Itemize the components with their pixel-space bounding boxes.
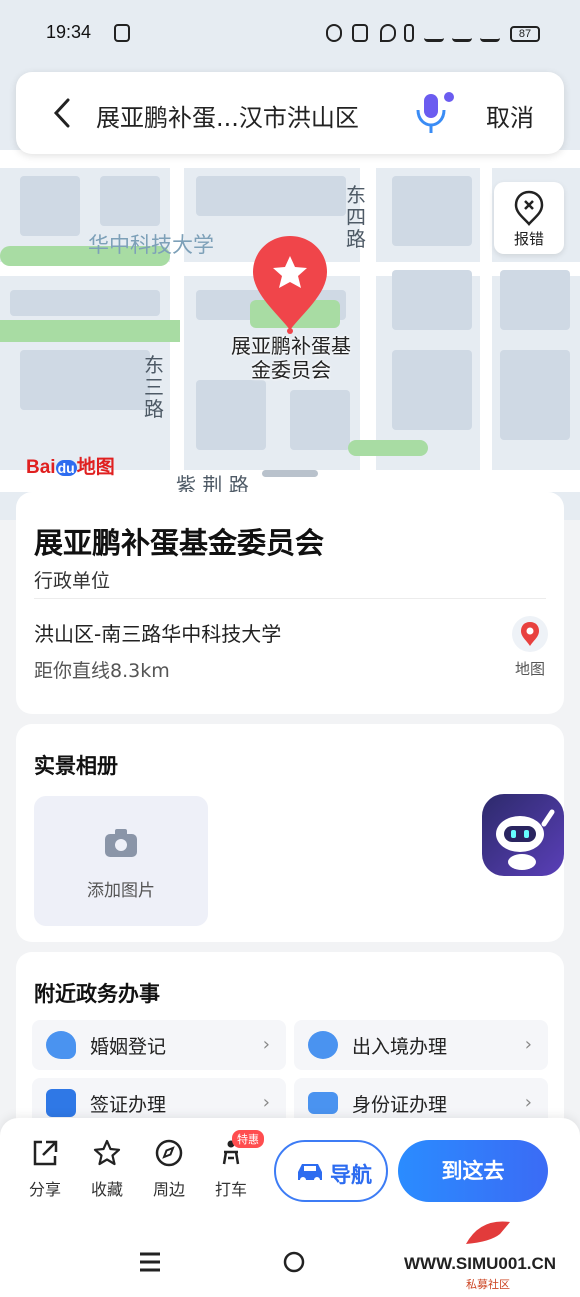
gov-item-label: 身份证办理: [352, 1094, 448, 1116]
gov-item-exit-entry[interactable]: 出入境办理 ›: [294, 1020, 548, 1070]
compass-icon: [155, 1139, 183, 1167]
bluetooth-icon: [352, 24, 368, 42]
plane-icon: [308, 1031, 338, 1059]
poi-address[interactable]: 洪山区-南三路华中科技大学: [34, 618, 281, 647]
baidu-map-logo: Bai du 地图: [26, 457, 115, 478]
star-icon: [93, 1139, 121, 1166]
go-here-label: 到这去: [441, 1159, 505, 1183]
divider: [34, 598, 546, 599]
favorite-button[interactable]: 收藏: [82, 1138, 132, 1200]
gov-item-marriage[interactable]: 婚姻登记 ›: [32, 1020, 286, 1070]
taxi-label: 打车: [214, 1180, 247, 1199]
add-photo-label: 添加图片: [87, 881, 155, 901]
map-label-road-east3: 东三路: [144, 353, 164, 421]
navigate-button[interactable]: 导航: [274, 1140, 388, 1202]
watermark-logo-icon: [466, 1221, 510, 1244]
report-pin-icon: [514, 190, 544, 226]
poi-distance: 距你直线8.3km: [34, 660, 170, 682]
bottom-action-bar: 分享 收藏 周边 打车 特惠 导航 到这去: [0, 1118, 580, 1226]
signal-2g-icon: [480, 24, 500, 42]
poi-pin-icon[interactable]: [250, 234, 330, 334]
vibrate-icon: [404, 24, 414, 42]
favorite-label: 收藏: [90, 1180, 123, 1199]
gov-title: 附近政务办事: [34, 982, 160, 1006]
voice-mic-icon[interactable]: [412, 90, 454, 136]
passport-icon: [46, 1089, 76, 1117]
map-label-road-east4: 东四路: [346, 183, 366, 251]
status-bar: 19:34 87: [0, 0, 580, 68]
share-button[interactable]: 分享: [20, 1138, 70, 1200]
add-photo-button[interactable]: 添加图片: [34, 796, 208, 926]
watermark-subtext: 私募社区: [466, 1278, 510, 1291]
heart-icon: [46, 1031, 76, 1059]
gov-item-label: 出入境办理: [352, 1036, 448, 1058]
poi-map-label: 展亚鹏补蛋基金委员会: [231, 334, 351, 382]
poi-category: 行政单位: [34, 570, 111, 592]
gov-item-label: 签证办理: [90, 1094, 167, 1116]
watermark-text: WWW.SIMU001.CN: [404, 1254, 557, 1273]
menu-icon[interactable]: [138, 1252, 162, 1272]
gov-item-label: 婚姻登记: [90, 1036, 167, 1058]
status-time: 19:34: [46, 22, 92, 42]
poi-info-card: 展亚鹏补蛋基金委员会 行政单位 洪山区-南三路华中科技大学 距你直线8.3km …: [16, 492, 564, 714]
back-arrow-icon[interactable]: [46, 96, 80, 130]
tv-icon: [114, 24, 130, 42]
search-query[interactable]: 展亚鹏补蛋...汉市洪山区: [96, 98, 359, 133]
album-title: 实景相册: [34, 754, 118, 778]
sheet-drag-handle[interactable]: [262, 470, 318, 477]
search-bar[interactable]: 展亚鹏补蛋...汉市洪山区 取消: [16, 72, 564, 154]
signal-5g-icon: [452, 24, 472, 42]
share-icon: [33, 1140, 58, 1166]
report-error-label: 报错: [513, 230, 544, 248]
cancel-button[interactable]: 取消: [486, 98, 534, 133]
chevron-right-icon: ›: [524, 1034, 532, 1055]
navigate-label: 导航: [330, 1163, 372, 1187]
map-pin-icon: [512, 616, 548, 652]
map-button[interactable]: 地图: [506, 614, 554, 680]
promo-badge: 特惠: [232, 1130, 264, 1148]
location-icon: [380, 24, 396, 42]
car-icon: [298, 1164, 322, 1183]
battery-icon: 87: [510, 26, 540, 42]
map-button-label: 地图: [514, 660, 545, 678]
poi-name: 展亚鹏补蛋基金委员会: [34, 526, 325, 560]
share-label: 分享: [28, 1180, 61, 1199]
id-card-icon: [308, 1092, 338, 1114]
map-label-university: 华中科技大学: [88, 233, 214, 257]
nearby-label: 周边: [152, 1180, 185, 1199]
home-circle-icon[interactable]: [282, 1250, 306, 1274]
chevron-right-icon: ›: [524, 1092, 532, 1113]
wifi-icon: [424, 24, 444, 42]
alarm-icon: [326, 24, 342, 42]
go-here-button[interactable]: 到这去: [398, 1140, 548, 1202]
chevron-right-icon: ›: [262, 1092, 270, 1113]
chevron-right-icon: ›: [262, 1034, 270, 1055]
ai-assistant-robot-icon[interactable]: [482, 794, 564, 876]
camera-icon: [105, 829, 137, 857]
nearby-button[interactable]: 周边: [144, 1138, 194, 1200]
report-error-button[interactable]: 报错: [494, 182, 564, 254]
